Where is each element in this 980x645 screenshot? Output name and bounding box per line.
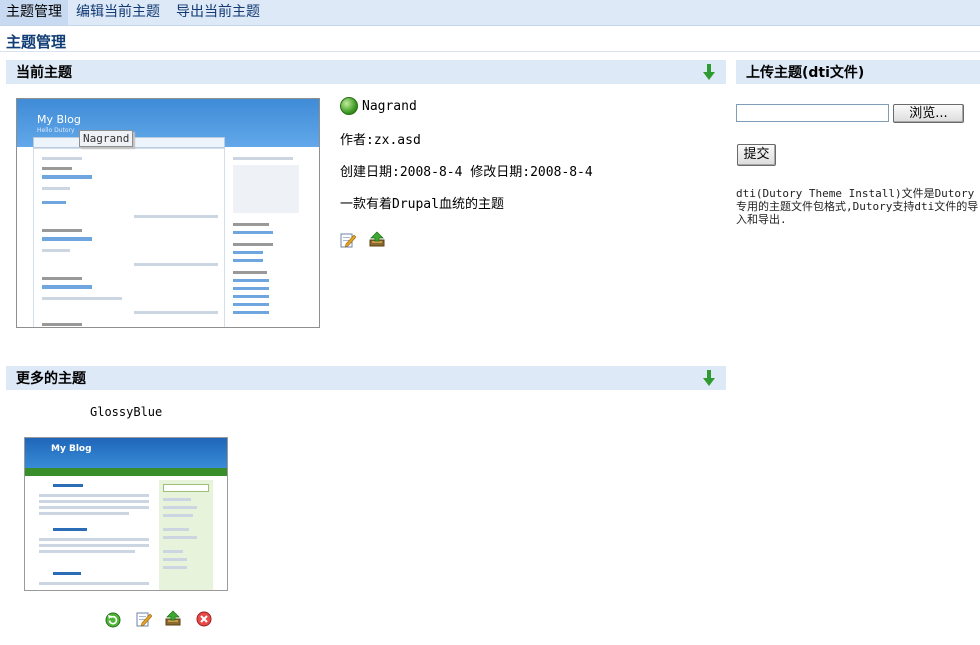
globe-icon: [340, 97, 358, 115]
apply-icon[interactable]: [105, 612, 121, 628]
current-theme-info: Nagrand 作者:zx.asd 创建日期:2008-8-4 修改日期:200…: [340, 97, 710, 212]
edit-icon[interactable]: [340, 232, 356, 248]
more-themes-header: 更多的主题: [6, 366, 726, 390]
edit-icon[interactable]: [136, 611, 152, 627]
glossy-preview-sidebar: [159, 480, 213, 590]
theme-author: 作者:zx.asd: [340, 133, 421, 148]
collapse-arrow-icon[interactable]: [702, 63, 716, 81]
current-theme-header: 当前主题: [6, 60, 726, 84]
current-theme-preview[interactable]: My Blog Hello Dutory Nagrand: [16, 98, 320, 328]
export-icon[interactable]: [165, 610, 181, 626]
title-divider: [0, 51, 980, 52]
preview-blog-subtitle: Hello Dutory: [37, 127, 75, 134]
top-nav: 主题管理 编辑当前主题 导出当前主题: [0, 0, 980, 26]
glossy-preview-blog-title: My Blog: [51, 444, 92, 454]
theme-name: Nagrand: [362, 98, 417, 114]
glossy-preview-posts: [39, 480, 157, 590]
preview-posts: [33, 148, 225, 327]
preview-tooltip: Nagrand: [79, 130, 134, 147]
upload-description: dti(Dutory Theme Install)文件是Dutory专用的主题文…: [736, 187, 979, 226]
theme-dates: 创建日期:2008-8-4 修改日期:2008-8-4: [340, 165, 593, 180]
theme-card-name: GlossyBlue: [90, 405, 163, 419]
export-icon[interactable]: [369, 231, 385, 247]
collapse-arrow-icon[interactable]: [702, 369, 716, 387]
theme-description: 一款有着Drupal血统的主题: [340, 197, 504, 212]
glossy-preview-nav: [25, 468, 227, 476]
browse-button[interactable]: 浏览...: [893, 104, 964, 123]
page-title: 主题管理: [6, 33, 67, 51]
preview-blog-title: My Blog: [37, 113, 81, 126]
delete-icon[interactable]: [196, 611, 212, 627]
theme-card-preview[interactable]: My Blog: [24, 437, 228, 591]
more-themes-label: 更多的主题: [16, 371, 86, 387]
submit-button[interactable]: 提交: [737, 144, 776, 166]
tab-theme-management[interactable]: 主题管理: [0, 0, 68, 25]
upload-theme-header: 上传主题(dti文件): [736, 60, 980, 84]
tab-edit-current-theme[interactable]: 编辑当前主题: [68, 0, 168, 25]
upload-theme-label: 上传主题(dti文件): [746, 65, 865, 81]
current-theme-label: 当前主题: [16, 65, 72, 81]
tab-export-current-theme[interactable]: 导出当前主题: [168, 0, 268, 25]
theme-name-row: Nagrand: [340, 97, 710, 115]
preview-sidebar: [227, 151, 313, 327]
file-path-input[interactable]: [736, 104, 889, 122]
